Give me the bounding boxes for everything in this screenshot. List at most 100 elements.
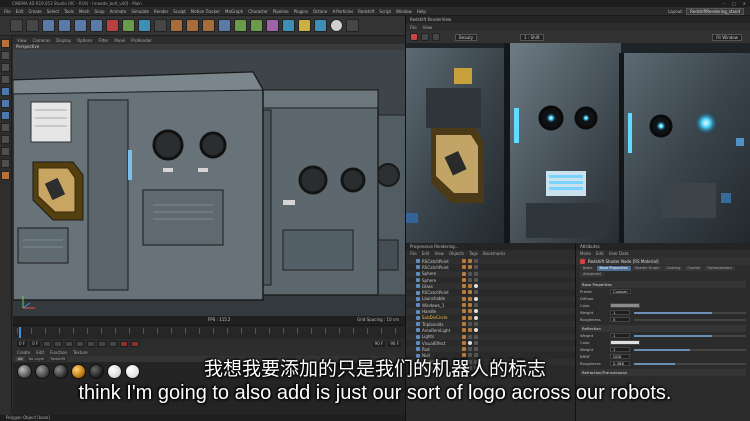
move-icon[interactable] xyxy=(58,19,71,32)
tweak-mode-icon[interactable] xyxy=(1,135,10,144)
om-menu-file[interactable]: File xyxy=(410,251,417,256)
polygons-mode-icon[interactable] xyxy=(1,111,10,120)
material-tab-redshift[interactable]: Redshift xyxy=(48,357,68,361)
render-stop-icon[interactable] xyxy=(410,33,418,41)
attr-group-refraction[interactable]: Refraction/Transmission xyxy=(580,369,746,376)
menu-simulate[interactable]: Simulate xyxy=(131,9,149,14)
om-menu-edit[interactable]: Edit xyxy=(422,251,430,256)
attr-tab-overall[interactable]: Overall xyxy=(684,266,704,271)
attr-menu-user-data[interactable]: User Data xyxy=(609,251,629,256)
roughness-field[interactable]: 0.366 xyxy=(610,361,630,366)
material-menu-texture[interactable]: Texture xyxy=(73,350,88,355)
axis-mode-icon[interactable] xyxy=(1,123,10,132)
subdivision-surface-icon[interactable] xyxy=(250,19,263,32)
om-menu-view[interactable]: View xyxy=(434,251,444,256)
render-output[interactable] xyxy=(405,43,750,243)
attr-tab-optimizations[interactable]: Optimizations xyxy=(704,266,736,271)
fit-dropdown[interactable]: Fit Window xyxy=(712,33,742,41)
aov-dropdown[interactable]: Beauty xyxy=(455,33,478,41)
menu-tools[interactable]: Tools xyxy=(64,9,74,14)
menu-character[interactable]: Character xyxy=(248,9,268,14)
minimize-button[interactable]: – xyxy=(723,0,725,7)
timeline-ruler[interactable] xyxy=(17,328,401,334)
render-refresh-icon[interactable] xyxy=(421,33,429,41)
material-tab-all[interactable]: All xyxy=(16,357,25,361)
material-swatch[interactable] xyxy=(71,364,86,379)
z-axis-icon[interactable] xyxy=(138,19,151,32)
snap-icon[interactable] xyxy=(1,147,10,156)
perspective-viewport[interactable] xyxy=(13,50,405,316)
color-swatch[interactable] xyxy=(610,340,640,345)
menu-help[interactable]: Help xyxy=(417,9,426,14)
material-swatch[interactable] xyxy=(35,364,50,379)
cube-icon[interactable] xyxy=(218,19,231,32)
array-icon[interactable] xyxy=(266,19,279,32)
go-to-end-icon[interactable] xyxy=(109,341,118,347)
menu-pipeline[interactable]: Pipeline xyxy=(273,9,289,14)
snapshot-icon[interactable] xyxy=(432,33,440,41)
previous-key-icon[interactable] xyxy=(54,341,63,347)
render-view-icon[interactable] xyxy=(170,19,183,32)
viewport-menu-view[interactable]: View xyxy=(17,38,27,43)
solo-icon[interactable] xyxy=(1,171,10,180)
points-mode-icon[interactable] xyxy=(1,87,10,96)
next-key-icon[interactable] xyxy=(98,341,107,347)
deformer-icon[interactable] xyxy=(282,19,295,32)
current-frame-field[interactable]: 0 F xyxy=(30,341,41,347)
next-frame-icon[interactable] xyxy=(87,341,96,347)
om-menu-bookmarks[interactable]: Bookmarks xyxy=(483,251,505,256)
attr-group-reflection[interactable]: Reflection xyxy=(580,325,746,332)
material-swatch[interactable] xyxy=(125,364,140,379)
attr-menu-edit[interactable]: Edit xyxy=(596,251,604,256)
om-menu-tags[interactable]: Tags xyxy=(469,251,478,256)
color-swatch[interactable] xyxy=(610,303,640,308)
locked-workplane-icon[interactable] xyxy=(1,159,10,168)
material-swatch[interactable] xyxy=(17,364,32,379)
om-menu-objects[interactable]: Objects xyxy=(449,251,464,256)
menu-x-particles[interactable]: X-Particles xyxy=(332,9,353,14)
edges-mode-icon[interactable] xyxy=(1,99,10,108)
attr-tab-shader-graph[interactable]: Shader Graph xyxy=(631,266,663,271)
roughness-slider[interactable] xyxy=(634,362,746,365)
workplane-icon[interactable] xyxy=(1,75,10,84)
brdf-dropdown[interactable]: GGX xyxy=(610,354,630,359)
undo-icon[interactable] xyxy=(10,19,23,32)
menu-script[interactable]: Script xyxy=(379,9,391,14)
rotate-icon[interactable] xyxy=(90,19,103,32)
x-axis-icon[interactable] xyxy=(106,19,119,32)
weight-field[interactable]: 1 xyxy=(610,333,630,338)
attr-menu-mode[interactable]: Mode xyxy=(580,251,591,256)
roughness-slider[interactable] xyxy=(634,318,746,321)
previous-frame-icon[interactable] xyxy=(65,341,74,347)
snapshot-dropdown[interactable]: 1 : Shift xyxy=(520,33,544,41)
end-frame-field[interactable]: 90 F xyxy=(372,341,386,347)
attr-tab-base-properties[interactable]: Base Properties xyxy=(596,266,631,271)
menu-snap[interactable]: Snap xyxy=(94,9,104,14)
weight-slider[interactable] xyxy=(634,348,746,351)
autokey-icon[interactable] xyxy=(131,341,140,347)
menu-window[interactable]: Window xyxy=(396,9,412,14)
preview-end-field[interactable]: 90 F xyxy=(388,341,401,347)
material-menu-edit[interactable]: Edit xyxy=(36,350,44,355)
menu-render[interactable]: Render xyxy=(154,9,168,14)
viewport-menu-filter[interactable]: Filter xyxy=(98,38,108,43)
close-button[interactable]: ✕ xyxy=(743,0,746,7)
material-swatch[interactable] xyxy=(89,364,104,379)
play-icon[interactable] xyxy=(76,341,85,347)
make-editable-icon[interactable] xyxy=(1,39,10,48)
weight-field[interactable]: 1 xyxy=(610,310,630,315)
menu-edit[interactable]: Edit xyxy=(16,9,24,14)
attr-tab-basic[interactable]: Basic xyxy=(580,266,596,271)
timeline-playhead[interactable] xyxy=(19,327,21,338)
viewport-menu-prorender[interactable]: ProRender xyxy=(131,38,152,43)
redo-icon[interactable] xyxy=(26,19,39,32)
render-view-menu-file[interactable]: File xyxy=(410,25,417,30)
live-selection-icon[interactable] xyxy=(42,19,55,32)
redshift-icon[interactable] xyxy=(346,19,359,32)
maximize-button[interactable]: □ xyxy=(732,0,736,7)
material-swatch[interactable] xyxy=(107,364,122,379)
menu-animate[interactable]: Animate xyxy=(110,9,127,14)
preset-dropdown[interactable]: Custom xyxy=(610,289,631,294)
go-to-start-icon[interactable] xyxy=(43,341,52,347)
menu-mesh[interactable]: Mesh xyxy=(79,9,90,14)
